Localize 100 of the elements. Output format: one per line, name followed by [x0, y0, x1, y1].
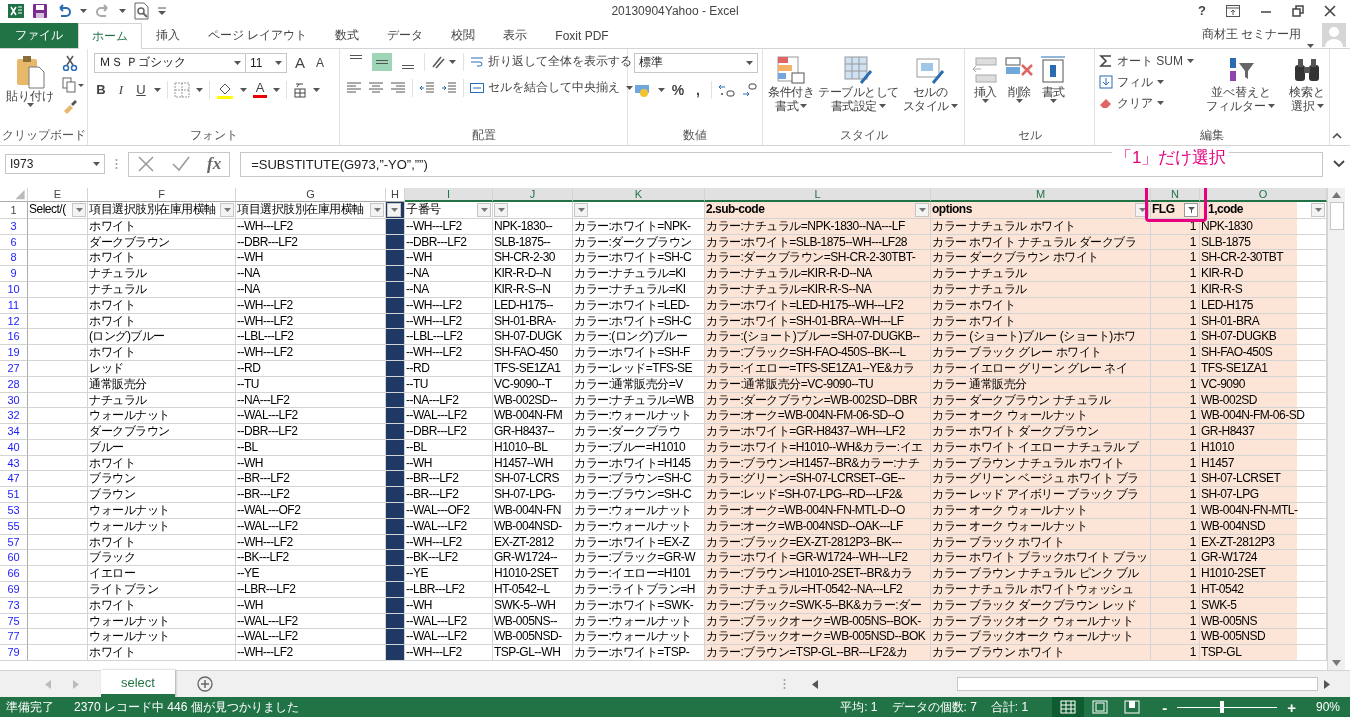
- ribbon-tab[interactable]: Foxit PDF: [541, 22, 623, 48]
- row-number[interactable]: 16: [0, 329, 28, 346]
- row-number[interactable]: 60: [0, 550, 28, 567]
- ribbon-display-icon[interactable]: [1226, 5, 1240, 17]
- autosum-button[interactable]: オート SUM: [1099, 52, 1194, 70]
- vertical-scrollbar[interactable]: [1327, 187, 1345, 670]
- select-all-icon[interactable]: [0, 187, 28, 202]
- filter-dropdown-button[interactable]: [574, 202, 588, 217]
- user-name[interactable]: 商材王 セミナー用: [1201, 26, 1301, 44]
- grow-font-button[interactable]: A: [293, 54, 307, 72]
- align-center-icon[interactable]: [368, 80, 384, 95]
- italic-button[interactable]: I: [114, 81, 128, 98]
- find-select-button[interactable]: 検索と 選択: [1287, 52, 1327, 115]
- column-header[interactable]: F: [88, 187, 236, 202]
- filter-dropdown-button[interactable]: [72, 202, 86, 217]
- orientation-icon[interactable]: [431, 54, 457, 69]
- save-icon[interactable]: [32, 3, 48, 19]
- fill-button[interactable]: フィル: [1099, 73, 1194, 91]
- clear-button[interactable]: クリア: [1099, 94, 1194, 112]
- merge-center-button[interactable]: セルを結合して中央揃え: [470, 79, 620, 97]
- style-button[interactable]: テーブルとして 書式設定: [817, 52, 900, 115]
- row-number[interactable]: 51: [0, 487, 28, 504]
- decrease-indent-icon[interactable]: [419, 80, 435, 95]
- expand-icon[interactable]: [1333, 160, 1345, 169]
- column-header[interactable]: K: [573, 187, 705, 202]
- row-number[interactable]: 47: [0, 471, 28, 488]
- filter-dropdown-button[interactable]: [220, 202, 234, 217]
- row-number[interactable]: 19: [0, 345, 28, 361]
- ribbon-tab[interactable]: 挿入: [142, 22, 194, 48]
- file-tab[interactable]: ファイル: [0, 22, 78, 48]
- increase-decimal-icon[interactable]: [718, 82, 736, 97]
- wrap-text-button[interactable]: 折り返して全体を表示する: [470, 53, 632, 71]
- cancel-icon[interactable]: [137, 155, 155, 174]
- customize-icon[interactable]: [158, 7, 166, 15]
- format-painter-icon[interactable]: [62, 98, 78, 115]
- enter-icon[interactable]: [171, 155, 191, 174]
- column-header[interactable]: H: [386, 187, 405, 202]
- row-number[interactable]: 66: [0, 566, 28, 583]
- cells-button[interactable]: 削除: [1003, 52, 1035, 105]
- align-right-icon[interactable]: [390, 80, 406, 95]
- underline-button[interactable]: U: [134, 82, 148, 98]
- ribbon-tab[interactable]: ページ レイアウト: [194, 22, 322, 48]
- row-number[interactable]: 34: [0, 424, 28, 440]
- redo-icon[interactable]: [95, 4, 111, 18]
- column-header[interactable]: M: [931, 187, 1151, 202]
- row-number[interactable]: 9: [0, 266, 28, 282]
- style-button[interactable]: セルの スタイル: [901, 52, 959, 115]
- column-header[interactable]: I: [405, 187, 493, 202]
- cells-button[interactable]: 書式: [1037, 52, 1069, 105]
- sort-filter-button[interactable]: 並べ替えと フィルター: [1204, 52, 1277, 115]
- ribbon-tab[interactable]: データ: [373, 22, 438, 48]
- filter-dropdown-button[interactable]: [370, 202, 384, 217]
- cut-icon[interactable]: [62, 54, 78, 71]
- row-number[interactable]: 69: [0, 582, 28, 598]
- column-header[interactable]: O: [1200, 187, 1327, 202]
- name-box[interactable]: I973: [5, 154, 105, 175]
- increase-indent-icon[interactable]: [441, 80, 457, 95]
- zoom-out-button[interactable]: -: [1162, 698, 1168, 716]
- collapse-ribbon-icon[interactable]: [1332, 132, 1342, 139]
- undo-icon[interactable]: [56, 4, 72, 18]
- sheet-tab[interactable]: select: [101, 670, 175, 697]
- close-icon[interactable]: [1324, 5, 1336, 17]
- copy-icon[interactable]: [62, 76, 84, 93]
- percent-button[interactable]: %: [671, 81, 685, 98]
- zoom-in-button[interactable]: +: [1287, 698, 1296, 716]
- row-number[interactable]: 32: [0, 408, 28, 425]
- shrink-font-button[interactable]: A: [313, 55, 327, 70]
- scroll-left-icon[interactable]: [812, 679, 818, 689]
- filter-applied-button[interactable]: [1184, 202, 1198, 217]
- ribbon-tab[interactable]: 校閲: [437, 22, 490, 48]
- restore-icon[interactable]: [1292, 5, 1304, 17]
- align-left-icon[interactable]: [346, 80, 362, 95]
- column-header[interactable]: G: [236, 187, 386, 202]
- add-sheet-icon[interactable]: [196, 676, 213, 692]
- view-button[interactable]: [1052, 697, 1085, 717]
- column-header[interactable]: N: [1151, 187, 1200, 202]
- row-number[interactable]: 8: [0, 250, 28, 267]
- number-format-field[interactable]: 標準: [634, 52, 758, 73]
- filter-dropdown-button[interactable]: [494, 202, 508, 217]
- scroll-up-icon[interactable]: [1332, 191, 1341, 198]
- insert-function-button[interactable]: fx: [207, 154, 222, 175]
- excel-logo-icon[interactable]: [8, 3, 24, 19]
- column-header[interactable]: L: [705, 187, 931, 202]
- row-number[interactable]: 77: [0, 629, 28, 646]
- filter-dropdown-button[interactable]: [387, 202, 401, 217]
- scroll-down-icon[interactable]: [1332, 660, 1341, 666]
- column-header[interactable]: J: [493, 187, 573, 202]
- bold-button[interactable]: B: [94, 82, 108, 98]
- font-name-field[interactable]: ＭＳ Ｐゴシック: [94, 52, 246, 73]
- cells-button[interactable]: 挿入: [969, 52, 1001, 105]
- column-header[interactable]: E: [28, 187, 88, 202]
- zoom-thumb[interactable]: [1220, 701, 1225, 713]
- ribbon-tab[interactable]: 表示: [489, 22, 542, 48]
- scroll-right-icon[interactable]: [1324, 679, 1330, 689]
- scroll-thumb[interactable]: [1329, 201, 1344, 230]
- row-number[interactable]: 79: [0, 645, 28, 662]
- help-button[interactable]: ?: [1198, 3, 1206, 19]
- paste-button[interactable]: 貼り付け: [4, 52, 56, 109]
- ribbon-tab[interactable]: ホーム: [78, 22, 142, 49]
- font-color-button[interactable]: A: [253, 81, 267, 99]
